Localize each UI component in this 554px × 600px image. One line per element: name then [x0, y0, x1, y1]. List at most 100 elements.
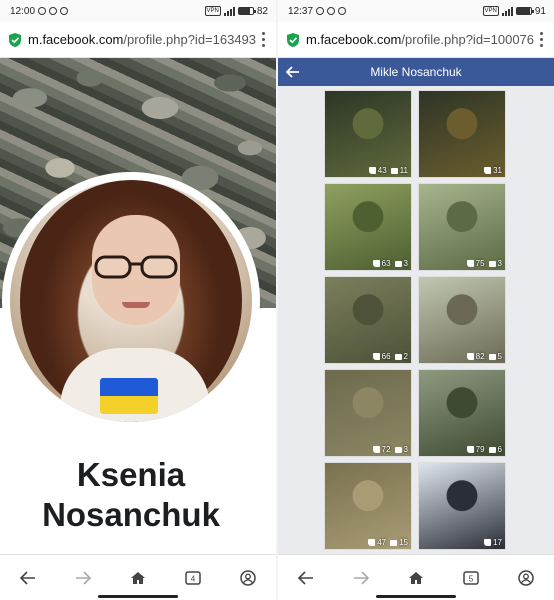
battery-icon: [237, 7, 256, 15]
like-count: 79: [475, 445, 485, 454]
photo-thumbnail[interactable]: 63 3: [324, 183, 412, 271]
like-icon: [368, 167, 376, 174]
account-icon[interactable]: [234, 564, 262, 592]
like-count: 75: [475, 259, 485, 268]
comment-icon: [488, 353, 496, 360]
photo-grid: 43 11 31 63 3 75 3 66 2 82 5 72 3 79 6 47 15 17: [324, 90, 508, 550]
browser-bottom-nav: 4: [0, 554, 276, 600]
photo-stats: 47 15: [368, 538, 408, 547]
alarm-icon: [327, 7, 336, 15]
secure-shield-icon: [287, 32, 299, 47]
status-bar: 12:00 VPN 82: [0, 0, 276, 22]
photo-image: [325, 463, 411, 549]
photo-thumbnail[interactable]: 72 3: [324, 369, 412, 457]
like-icon: [372, 353, 380, 360]
photo-stats: 75 3: [466, 259, 502, 268]
battery-percent: 91: [534, 5, 546, 17]
like-icon: [466, 446, 474, 453]
like-icon: [484, 167, 492, 174]
forward-icon[interactable]: [347, 564, 375, 592]
photo-thumbnail[interactable]: 79 6: [418, 369, 506, 457]
like-count: 72: [381, 445, 391, 454]
photo-stats: 72 3: [372, 445, 408, 454]
browser-menu-icon[interactable]: [534, 31, 548, 49]
photo-stats: 66 2: [372, 352, 408, 361]
like-count: 17: [493, 538, 502, 547]
photo-stats: 17: [484, 538, 502, 547]
photo-image: [325, 370, 411, 456]
forward-icon[interactable]: [69, 564, 97, 592]
like-count: 31: [493, 166, 502, 175]
photo-thumbnail[interactable]: 82 5: [418, 276, 506, 364]
like-count: 63: [381, 259, 391, 268]
photo-stats: 79 6: [466, 445, 502, 454]
comment-count: 6: [497, 445, 502, 454]
home-icon[interactable]: [402, 564, 430, 592]
url-path: /profile.php?id=16349350: [123, 32, 256, 47]
battery-percent: 82: [256, 5, 268, 17]
comment-icon: [394, 353, 402, 360]
tabs-icon[interactable]: 5: [457, 564, 485, 592]
photo-stats: 31: [484, 166, 502, 175]
photo-image: [419, 91, 505, 177]
secure-shield-icon: [9, 32, 21, 47]
like-icon: [466, 353, 474, 360]
like-icon: [484, 539, 492, 546]
facebook-header: Mikle Nosanchuk: [278, 58, 554, 86]
signal-icon: [501, 6, 513, 16]
photo-image: [325, 184, 411, 270]
photo-thumbnail[interactable]: 75 3: [418, 183, 506, 271]
signal-icon: [223, 6, 235, 16]
left-phone-screen: 12:00 VPN 82 m.facebook.com/profile.php?…: [0, 0, 276, 600]
comment-icon: [488, 446, 496, 453]
profile-last-name: Nosanchuk: [42, 496, 220, 533]
home-icon[interactable]: [124, 564, 152, 592]
like-count: 82: [475, 352, 485, 361]
photo-image: [419, 370, 505, 456]
like-icon: [466, 260, 474, 267]
like-count: 66: [381, 352, 391, 361]
like-count: 43: [377, 166, 387, 175]
status-time: 12:00: [10, 5, 36, 17]
svg-text:5: 5: [469, 574, 474, 583]
photo-image: [325, 91, 411, 177]
comment-count: 11: [399, 166, 408, 175]
gesture-bar: [376, 595, 456, 598]
photo-stats: 63 3: [372, 259, 408, 268]
photo-gallery: 43 11 31 63 3 75 3 66 2 82 5 72 3 79 6 47 15 17: [278, 86, 554, 554]
telegram-icon: [60, 7, 69, 15]
comment-icon: [488, 260, 496, 267]
photo-image: [325, 277, 411, 363]
back-icon[interactable]: [292, 564, 320, 592]
photo-stats: 43 11: [368, 166, 408, 175]
url-path: /profile.php?id=1000764: [401, 32, 534, 47]
svg-text:4: 4: [191, 574, 196, 583]
url-text[interactable]: m.facebook.com/profile.php?id=1000764: [306, 32, 534, 47]
url-domain: m.facebook.com: [306, 32, 402, 47]
vpn-icon: VPN: [482, 6, 499, 16]
photo-thumbnail[interactable]: 43 11: [324, 90, 412, 178]
comment-count: 3: [497, 259, 502, 268]
gesture-bar: [98, 595, 178, 598]
url-text[interactable]: m.facebook.com/profile.php?id=16349350: [28, 32, 256, 47]
comment-count: 3: [403, 445, 408, 454]
tabs-icon[interactable]: 4: [179, 564, 207, 592]
address-bar[interactable]: m.facebook.com/profile.php?id=16349350: [0, 22, 276, 58]
like-icon: [368, 539, 376, 546]
back-arrow-icon[interactable]: [286, 66, 300, 78]
url-domain: m.facebook.com: [28, 32, 124, 47]
photo-thumbnail[interactable]: 31: [418, 90, 506, 178]
right-phone-screen: 12:37 VPN 91 m.facebook.com/profile.php?…: [278, 0, 554, 600]
address-bar[interactable]: m.facebook.com/profile.php?id=1000764: [278, 22, 554, 58]
browser-menu-icon[interactable]: [256, 31, 270, 49]
album-owner-name: Mikle Nosanchuk: [370, 65, 462, 79]
like-icon: [372, 446, 380, 453]
account-icon[interactable]: [512, 564, 540, 592]
comment-count: 3: [403, 259, 408, 268]
photo-thumbnail[interactable]: 47 15: [324, 462, 412, 550]
photo-thumbnail[interactable]: 17: [418, 462, 506, 550]
comment-count: 5: [497, 352, 502, 361]
comment-count: 15: [399, 538, 408, 547]
photo-thumbnail[interactable]: 66 2: [324, 276, 412, 364]
back-icon[interactable]: [14, 564, 42, 592]
